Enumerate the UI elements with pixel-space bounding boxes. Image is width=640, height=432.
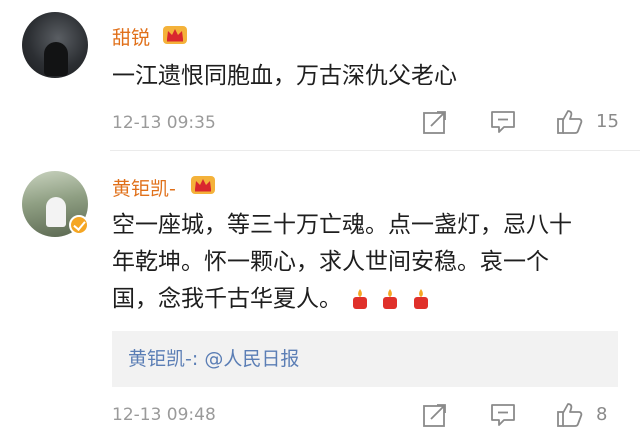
thumbs-up-icon xyxy=(557,403,583,427)
comment-text-line: 国，念我千古华夏人。 xyxy=(112,281,622,322)
candle-icon xyxy=(413,289,428,309)
username[interactable]: 黄钜凯- xyxy=(112,174,176,201)
like-count: 15 xyxy=(596,111,619,132)
like-count: 8 xyxy=(596,404,608,425)
candle-icon xyxy=(383,289,398,309)
quoted-reply[interactable]: 黄钜凯-: @人民日报 xyxy=(112,331,618,387)
like-button[interactable]: 15 xyxy=(556,109,630,135)
candle-icon xyxy=(353,289,367,309)
comment-item: 黄钜凯- 空一座城，等三十万亡魂。点一盏灯，忌八十 年乾坤。怀一颗心，求人世间安… xyxy=(0,150,640,427)
reply-button[interactable] xyxy=(489,402,517,428)
comment-item: 甜锐 一江遗恨同胞血，万古深仇父老心 12-13 09:35 15 xyxy=(0,0,640,150)
thumbs-up-icon xyxy=(557,110,583,134)
share-button[interactable] xyxy=(422,109,448,135)
comment-text-segment: 国，念我千古华夏人。 xyxy=(112,286,342,312)
quote-mention[interactable]: @人民日报 xyxy=(204,348,299,370)
avatar-figure xyxy=(44,42,68,76)
comment-text-line: 年乾坤。怀一颗心，求人世间安稳。哀一个 xyxy=(112,249,549,275)
crown-icon xyxy=(163,26,187,44)
verified-badge-icon xyxy=(69,215,89,235)
share-icon xyxy=(423,404,446,427)
candle-emoji-group xyxy=(350,285,434,322)
comment-text: 空一座城，等三十万亡魂。点一盏灯，忌八十 年乾坤。怀一颗心，求人世间安稳。哀一个… xyxy=(112,207,622,322)
timestamp: 12-13 09:48 xyxy=(112,405,216,425)
user-avatar[interactable] xyxy=(22,12,88,78)
quote-author[interactable]: 黄钜凯-: xyxy=(128,348,198,370)
timestamp: 12-13 09:35 xyxy=(112,113,216,133)
avatar-figure xyxy=(46,197,66,227)
reply-icon xyxy=(491,404,515,426)
username[interactable]: 甜锐 xyxy=(112,23,150,50)
share-button[interactable] xyxy=(422,402,448,428)
reply-icon xyxy=(491,111,515,133)
comment-text-line: 空一座城，等三十万亡魂。点一盏灯，忌八十 xyxy=(112,212,572,238)
reply-button[interactable] xyxy=(489,109,517,135)
crown-icon xyxy=(191,176,215,194)
like-button[interactable]: 8 xyxy=(556,402,630,428)
comment-text: 一江遗恨同胞血，万古深仇父老心 xyxy=(112,63,457,89)
share-icon xyxy=(423,111,446,134)
